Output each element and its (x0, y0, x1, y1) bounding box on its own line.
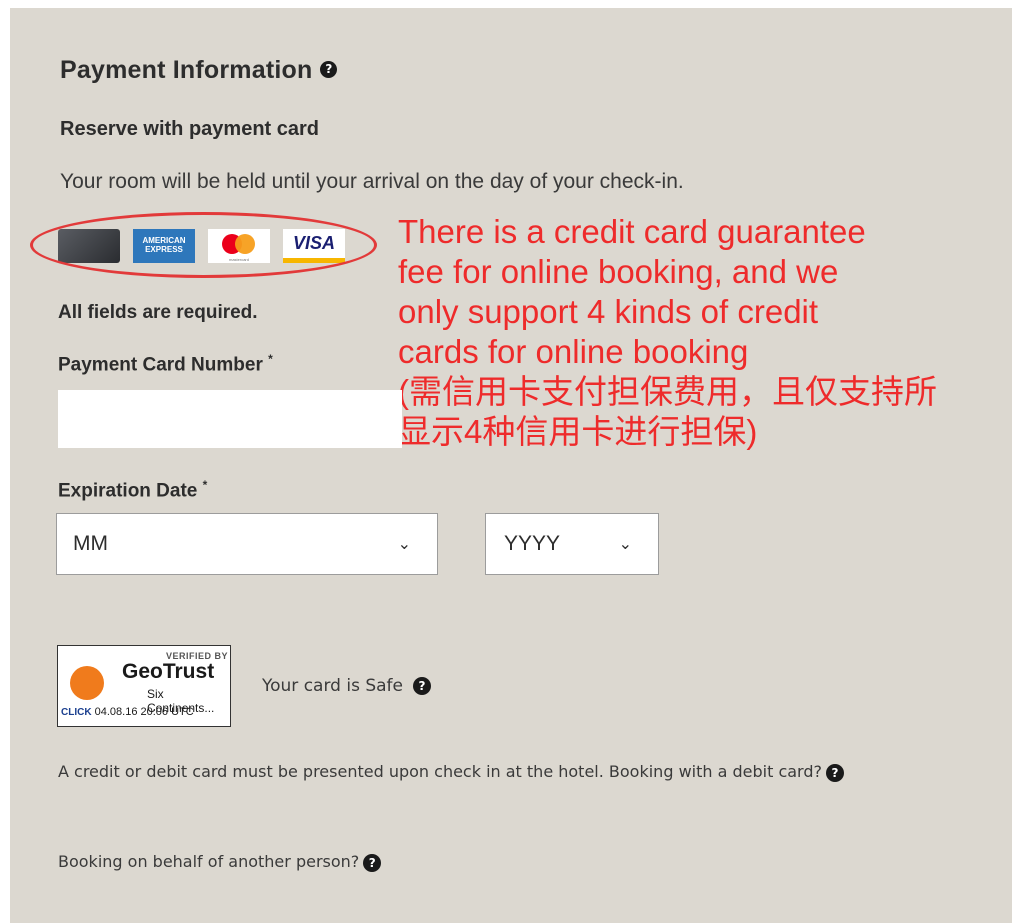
geotrust-seal[interactable]: VERIFIED BY GeoTrust Six Continents... C… (57, 645, 231, 727)
annotation-line-4: cards for online booking (398, 333, 749, 370)
section-subtitle: Reserve with payment card (60, 118, 319, 140)
help-icon[interactable]: ? (320, 60, 338, 78)
help-icon[interactable]: ? (363, 853, 382, 872)
section-title-text: Payment Information (60, 56, 313, 84)
booking-behalf-notice: Booking on behalf of another person?? (58, 852, 382, 872)
section-title: Payment Information? (60, 56, 338, 85)
debit-card-text: A credit or debit card must be presented… (58, 762, 822, 781)
help-icon[interactable]: ? (412, 677, 431, 695)
annotation-circle (30, 212, 377, 278)
chevron-down-icon: ⌄ (618, 534, 632, 553)
chevron-down-icon: ⌄ (397, 534, 411, 553)
annotation-line-5: (需信用卡支付担保费用，且仅支持所 (398, 373, 937, 410)
annotation-line-3: only support 4 kinds of credit (398, 293, 819, 330)
expiration-label-text: Expiration Date (58, 480, 198, 502)
month-select-value: MM (73, 532, 108, 555)
card-number-label: Payment Card Number * (58, 352, 273, 376)
geotrust-click: CLICK (61, 707, 92, 718)
geotrust-logo-icon (70, 666, 104, 700)
section-description: Your room will be held until your arriva… (60, 170, 684, 193)
card-safe-text: Your card is Safe? (262, 676, 431, 696)
required-note: All fields are required. (58, 302, 258, 323)
card-number-label-text: Payment Card Number (58, 354, 263, 376)
payment-panel (10, 8, 1012, 923)
card-safe-label: Your card is Safe (262, 676, 403, 696)
required-marker: * (202, 478, 208, 492)
annotation-line-1: There is a credit card guarantee (398, 213, 866, 250)
expiration-label: Expiration Date * (58, 478, 207, 502)
annotation-line-6: 显示4种信用卡进行担保) (398, 413, 758, 450)
help-icon[interactable]: ? (826, 763, 844, 782)
geotrust-timestamp: 04.08.16 20:06 UTC (94, 706, 194, 718)
year-select-value: YYYY (504, 532, 561, 555)
card-number-input[interactable] (58, 390, 402, 448)
annotation-text: There is a credit card guarantee fee for… (398, 212, 1012, 452)
geotrust-click-line: CLICK 04.08.16 20:06 UTC (61, 706, 194, 718)
geotrust-brand: GeoTrust (122, 660, 215, 683)
annotation-line-2: fee for online booking, and we (398, 253, 839, 290)
year-select[interactable]: YYYY ⌄ (485, 513, 659, 575)
month-select[interactable]: MM ⌄ (56, 513, 438, 575)
booking-behalf-text: Booking on behalf of another person? (58, 852, 360, 871)
debit-card-notice: A credit or debit card must be presented… (58, 762, 1008, 782)
required-marker: * (268, 352, 273, 366)
